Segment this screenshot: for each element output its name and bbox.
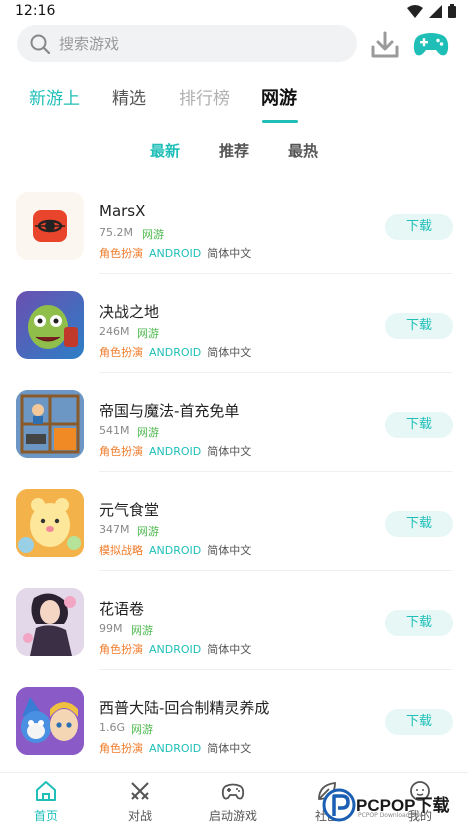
game-platform: ANDROID [149, 247, 202, 260]
game-genre: 模拟战略 [99, 544, 143, 557]
status-icons [407, 4, 456, 18]
game-genre: 角色扮演 [99, 643, 143, 656]
game-tags: 角色扮演 ANDROID 简体中文 [99, 344, 251, 360]
game-name: 元气食堂 [99, 501, 160, 519]
top-tabs: 新游上 精选 排行榜 网游 [0, 84, 468, 124]
signal-icon [429, 4, 442, 18]
download-button[interactable]: 下载 [385, 313, 453, 339]
game-platform: ANDROID [149, 346, 202, 359]
tab-online-games[interactable]: 网游 [261, 84, 297, 110]
anime-girl-icon [16, 588, 84, 656]
gamepad-icon [221, 783, 245, 800]
game-platform: ANDROID [149, 742, 202, 755]
game-language: 简体中文 [207, 643, 252, 656]
game-language: 简体中文 [207, 544, 252, 557]
tab-new-games[interactable]: 新游上 [29, 84, 80, 109]
cute-bear-icon [16, 489, 84, 557]
crossed-swords-icon [131, 782, 149, 800]
game-size: 347M [99, 523, 130, 536]
battery-icon [448, 4, 456, 18]
game-language: 简体中文 [207, 742, 252, 755]
game-badge: 网游 [137, 525, 159, 538]
gamepad-icon[interactable] [412, 29, 450, 59]
game-badge: 网游 [142, 228, 164, 241]
status-bar: 12:16 [0, 0, 468, 24]
download-icon[interactable] [370, 31, 400, 59]
download-button[interactable]: 下载 [385, 412, 453, 438]
game-platform: ANDROID [149, 544, 202, 557]
game-name: 花语卷 [99, 600, 145, 618]
download-button[interactable]: 下载 [385, 214, 453, 240]
game-genre: 角色扮演 [99, 742, 143, 755]
list-item[interactable]: 决战之地 246M 网游 角色扮演 ANDROID 简体中文 下载 [0, 274, 468, 373]
list-item[interactable]: 西普大陆-回合制精灵养成 1.6G 网游 角色扮演 ANDROID 简体中文 下载 [0, 670, 468, 769]
game-size: 99M [99, 622, 123, 635]
status-time: 12:16 [15, 3, 56, 19]
game-name: 西普大陆-回合制精灵养成 [99, 699, 270, 717]
list-item[interactable]: 元气食堂 347M 网游 模拟战略 ANDROID 简体中文 下载 [0, 472, 468, 571]
nav-label: 首页 [33, 809, 58, 823]
game-language: 简体中文 [207, 346, 252, 359]
nav-home[interactable]: 首页 [6, 779, 86, 824]
game-tags: 模拟战略 ANDROID 简体中文 [99, 542, 251, 558]
game-size: 1.6G [99, 721, 126, 734]
game-size: 246M [99, 325, 130, 338]
watermark: PCPOP下载 PCPOP Download Site [322, 786, 468, 826]
search-input[interactable]: 搜索游戏 [17, 25, 357, 62]
download-button[interactable]: 下载 [385, 610, 453, 636]
tab-rankings[interactable]: 排行榜 [179, 84, 230, 109]
game-genre: 角色扮演 [99, 247, 143, 260]
search-placeholder: 搜索游戏 [59, 35, 120, 53]
sub-tabs: 最新 推荐 最热 [0, 140, 468, 164]
game-platform: ANDROID [149, 445, 202, 458]
tab-indicator [262, 120, 298, 123]
game-name: MarsX [99, 202, 146, 220]
game-badge: 网游 [131, 723, 153, 736]
search-row: 搜索游戏 [0, 25, 468, 65]
zombie-icon [16, 291, 84, 359]
fox-character-icon [16, 687, 84, 755]
game-badge: 网游 [131, 624, 153, 637]
download-button[interactable]: 下载 [385, 709, 453, 735]
nav-label: 启动游戏 [208, 809, 257, 823]
wifi-icon [407, 4, 423, 18]
game-language: 简体中文 [207, 247, 252, 260]
game-tags: 角色扮演 ANDROID 简体中文 [99, 641, 251, 657]
game-platform: ANDROID [149, 643, 202, 656]
game-tags: 角色扮演 ANDROID 简体中文 [99, 245, 251, 261]
nav-battle[interactable]: 对战 [100, 779, 180, 824]
tab-featured[interactable]: 精选 [112, 84, 146, 109]
game-badge: 网游 [137, 426, 159, 439]
game-name: 决战之地 [99, 303, 160, 321]
download-button[interactable]: 下载 [385, 511, 453, 537]
game-size: 75.2M [99, 226, 133, 239]
list-item[interactable]: 帝国与魔法-首充免单 541M 网游 角色扮演 ANDROID 简体中文 下载 [0, 373, 468, 472]
game-tags: 角色扮演 ANDROID 简体中文 [99, 740, 251, 756]
puzzle-tower-icon [16, 390, 84, 458]
game-name: 帝国与魔法-首充免单 [99, 402, 240, 420]
game-genre: 角色扮演 [99, 445, 143, 458]
game-badge: 网游 [137, 327, 159, 340]
search-icon [30, 34, 51, 54]
home-icon [36, 781, 56, 801]
game-genre: 角色扮演 [99, 346, 143, 359]
game-language: 简体中文 [207, 445, 252, 458]
marsx-logo-icon [16, 192, 84, 260]
watermark-subtitle: PCPOP Download Site [358, 812, 423, 819]
subtab-latest[interactable]: 最新 [150, 140, 180, 161]
game-size: 541M [99, 424, 130, 437]
subtab-recommended[interactable]: 推荐 [219, 140, 249, 161]
list-item[interactable]: 花语卷 99M 网游 角色扮演 ANDROID 简体中文 下载 [0, 571, 468, 670]
pcpop-logo-icon [322, 788, 356, 822]
nav-label: 对战 [127, 809, 152, 823]
subtab-hottest[interactable]: 最热 [288, 140, 318, 161]
game-tags: 角色扮演 ANDROID 简体中文 [99, 443, 251, 459]
nav-launch-game[interactable]: 启动游戏 [193, 779, 273, 824]
list-item[interactable]: MarsX 75.2M 网游 角色扮演 ANDROID 简体中文 下载 [0, 175, 468, 274]
